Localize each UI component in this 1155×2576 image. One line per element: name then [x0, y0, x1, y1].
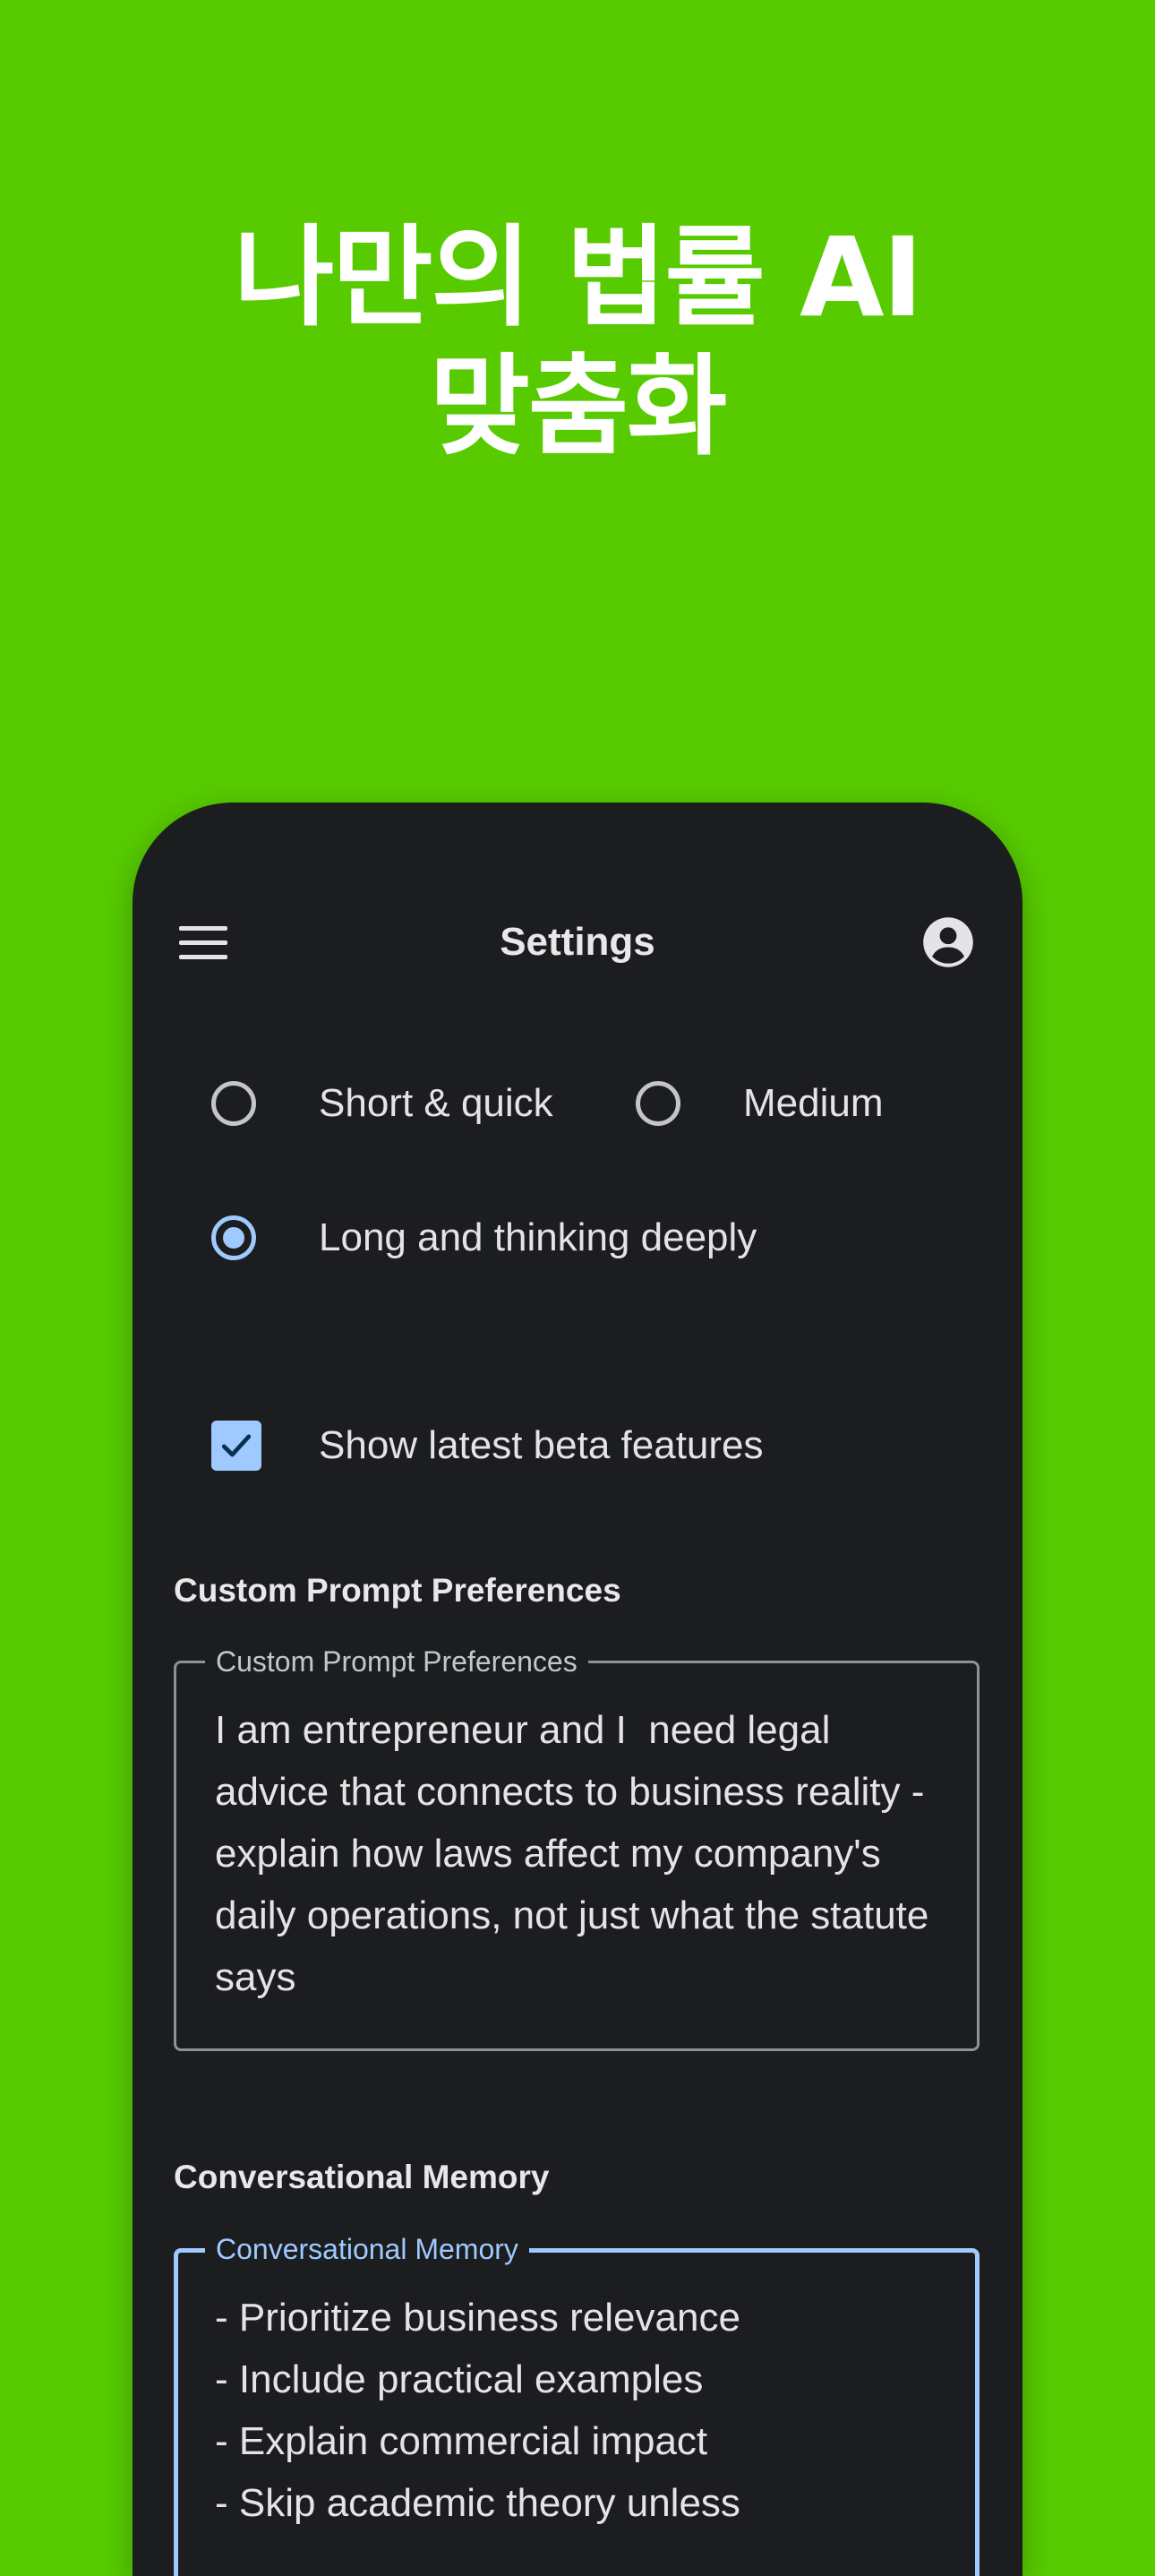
conversational-memory-heading: Conversational Memory — [174, 2159, 550, 2195]
hamburger-menu-icon[interactable] — [179, 926, 227, 960]
custom-prompt-heading: Custom Prompt Preferences — [174, 1572, 621, 1609]
custom-prompt-field[interactable]: Custom Prompt Preferences I am entrepren… — [174, 1644, 980, 2051]
conversational-memory-field-label: Conversational Memory — [205, 2231, 529, 2267]
page-title: Settings — [500, 920, 655, 964]
promo-headline: 나만의 법률 AI 맞춤화 — [0, 213, 1155, 471]
radio-label: Short & quick — [319, 1081, 553, 1125]
account-circle-icon[interactable] — [922, 916, 974, 968]
radio-button[interactable] — [636, 1081, 680, 1126]
phone-screen: Settings Short & quick Medium Long and t… — [133, 803, 1022, 2576]
radio-option-short-quick[interactable]: Short & quick — [211, 1081, 553, 1126]
conversational-memory-field[interactable]: Conversational Memory - Prioritize busin… — [174, 2231, 980, 2576]
top-app-bar: Settings — [133, 910, 1022, 975]
radio-label: Long and thinking deeply — [319, 1215, 757, 1259]
radio-button-selected[interactable] — [211, 1215, 256, 1260]
conversational-memory-input[interactable]: - Prioritize business relevance - Includ… — [215, 2287, 949, 2534]
beta-features-checkbox-row[interactable]: Show latest beta features — [211, 1421, 764, 1471]
radio-button[interactable] — [211, 1081, 256, 1126]
promo-headline-line-1: 나만의 법률 AI — [234, 214, 923, 341]
checkmark-icon — [221, 1434, 252, 1457]
beta-features-checkbox[interactable] — [211, 1421, 261, 1471]
radio-option-medium[interactable]: Medium — [636, 1081, 884, 1126]
radio-option-long-thinking-deeply[interactable]: Long and thinking deeply — [211, 1215, 757, 1260]
custom-prompt-field-label: Custom Prompt Preferences — [205, 1644, 588, 1679]
custom-prompt-input[interactable]: I am entrepreneur and I need legal advic… — [215, 1699, 949, 2008]
promo-headline-line-2: 맞춤화 — [429, 343, 728, 470]
beta-features-label: Show latest beta features — [319, 1423, 764, 1467]
radio-label: Medium — [743, 1081, 884, 1125]
